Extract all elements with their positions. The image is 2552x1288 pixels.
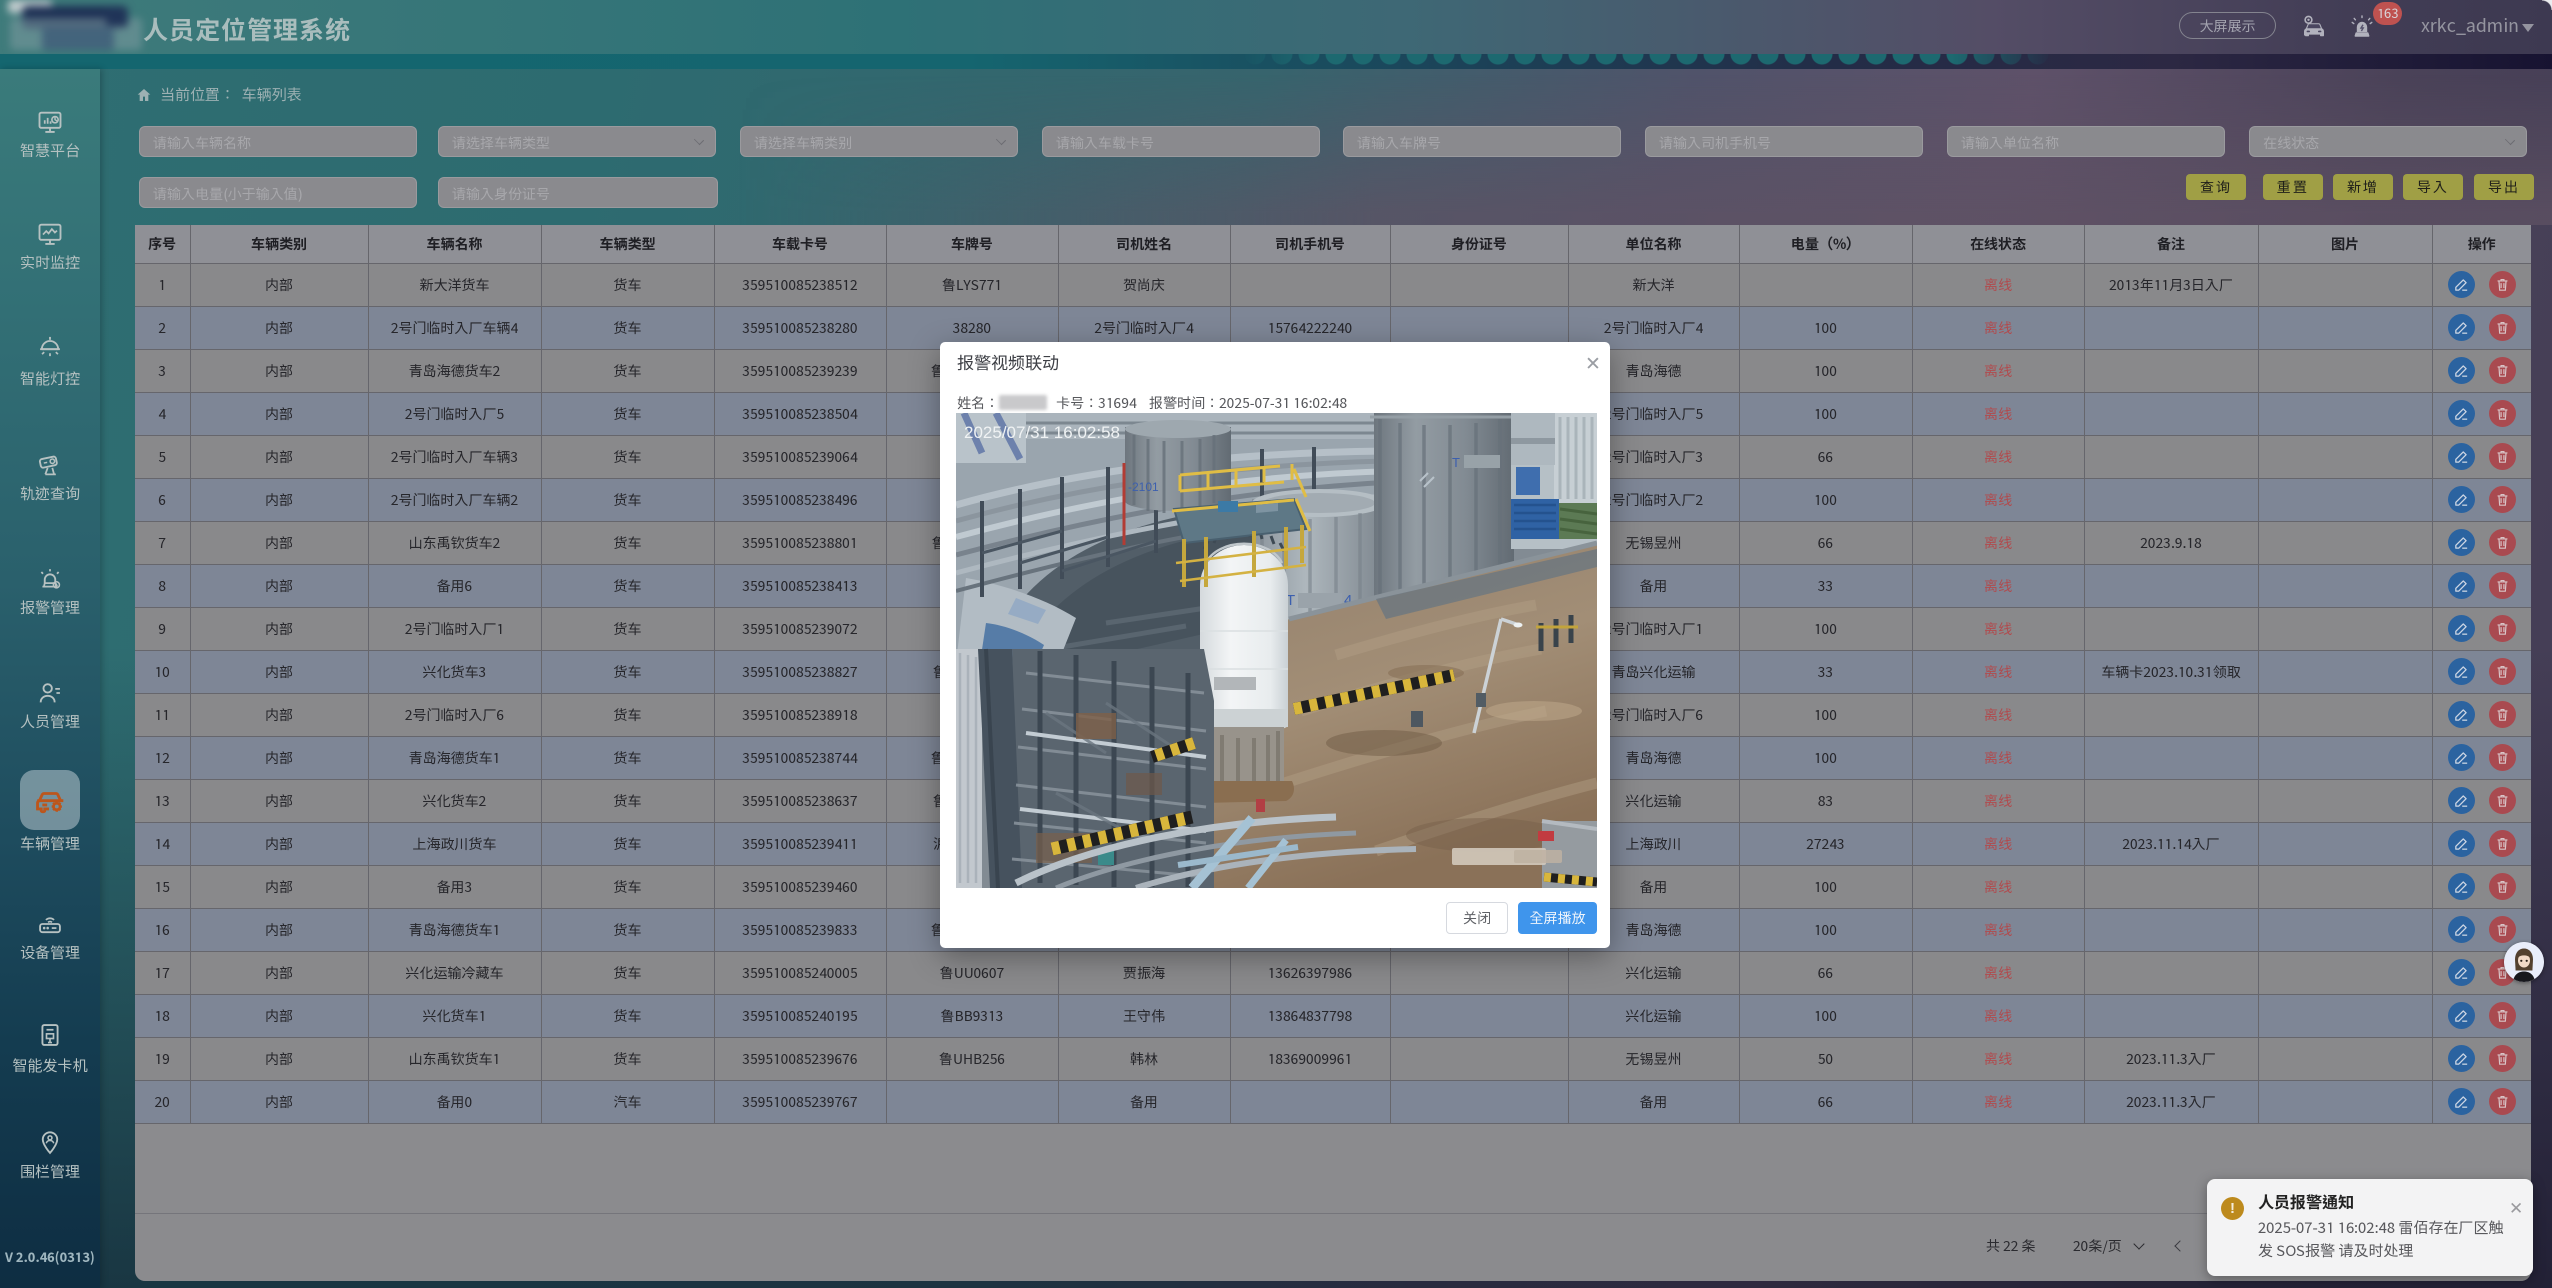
svg-text:2025/07/31 16:02:58: 2025/07/31 16:02:58 <box>964 423 1120 442</box>
svg-text:-2101: -2101 <box>1128 480 1159 494</box>
svg-text:T: T <box>1452 455 1460 470</box>
